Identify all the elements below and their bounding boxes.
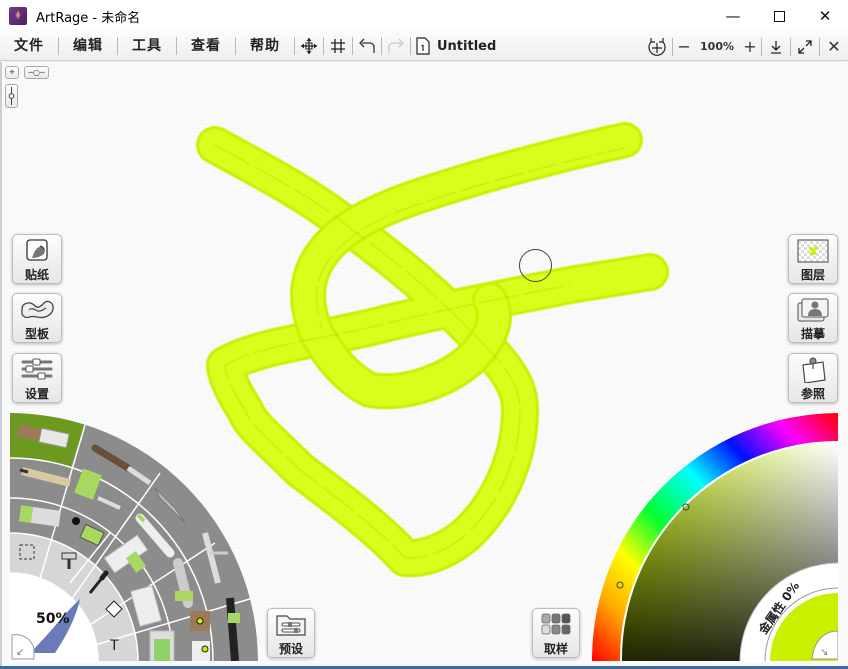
settings-panel-button[interactable]: 设置 <box>12 353 62 403</box>
tracing-label: 描摹 <box>800 327 825 341</box>
presets-label: 预设 <box>278 642 303 656</box>
slider-icon: ─○─ <box>28 68 45 77</box>
glitter-tube-tool[interactable] <box>149 630 175 661</box>
collapse-arrow-icon: ↘ <box>820 647 828 658</box>
layers-panel-button[interactable]: 图层 <box>788 234 838 284</box>
sticker-icon <box>19 238 55 264</box>
tracing-panel-button[interactable]: 描摹 <box>788 293 838 343</box>
reference-panel-button[interactable]: 参照 <box>788 353 838 403</box>
vertical-slider-icon <box>8 87 15 105</box>
stencils-panel-button[interactable]: 型板 <box>12 293 62 343</box>
settings-label: 设置 <box>24 387 49 401</box>
layers-icon <box>795 238 831 264</box>
layers-label: 图层 <box>800 268 825 282</box>
stencils-label: 型板 <box>24 327 49 341</box>
tool-picker-wheel: T 50% ↙ <box>10 413 258 661</box>
text-tool[interactable]: T <box>109 638 119 654</box>
brush-cursor <box>519 249 552 282</box>
horizontal-scroll-slider[interactable]: ─○─ <box>24 66 49 79</box>
settings-sliders-icon <box>19 357 55 383</box>
stickers-panel-button[interactable]: 贴纸 <box>12 234 62 284</box>
stickers-label: 贴纸 <box>24 268 49 282</box>
reference-label: 参照 <box>800 387 825 401</box>
reference-pin-icon <box>795 357 831 383</box>
color-samples-icon <box>538 612 574 638</box>
collapse-arrow-icon: ↙ <box>16 647 24 658</box>
vertical-scroll-slider[interactable] <box>5 84 18 108</box>
canvas-center-button[interactable]: ⌖ <box>5 66 19 79</box>
crosshair-icon: ⌖ <box>9 67 15 78</box>
color-samples-button[interactable]: 取样 <box>532 608 580 658</box>
presets-button[interactable]: 预设 <box>267 608 315 658</box>
color-samples-label: 取样 <box>543 642 568 656</box>
presets-folder-icon <box>273 612 309 638</box>
tracing-icon <box>795 297 831 323</box>
color-picker-wheel: 金属性 0% ↘ <box>592 413 838 661</box>
brush-size-value: 50% <box>36 611 70 627</box>
stencil-icon <box>19 297 55 323</box>
